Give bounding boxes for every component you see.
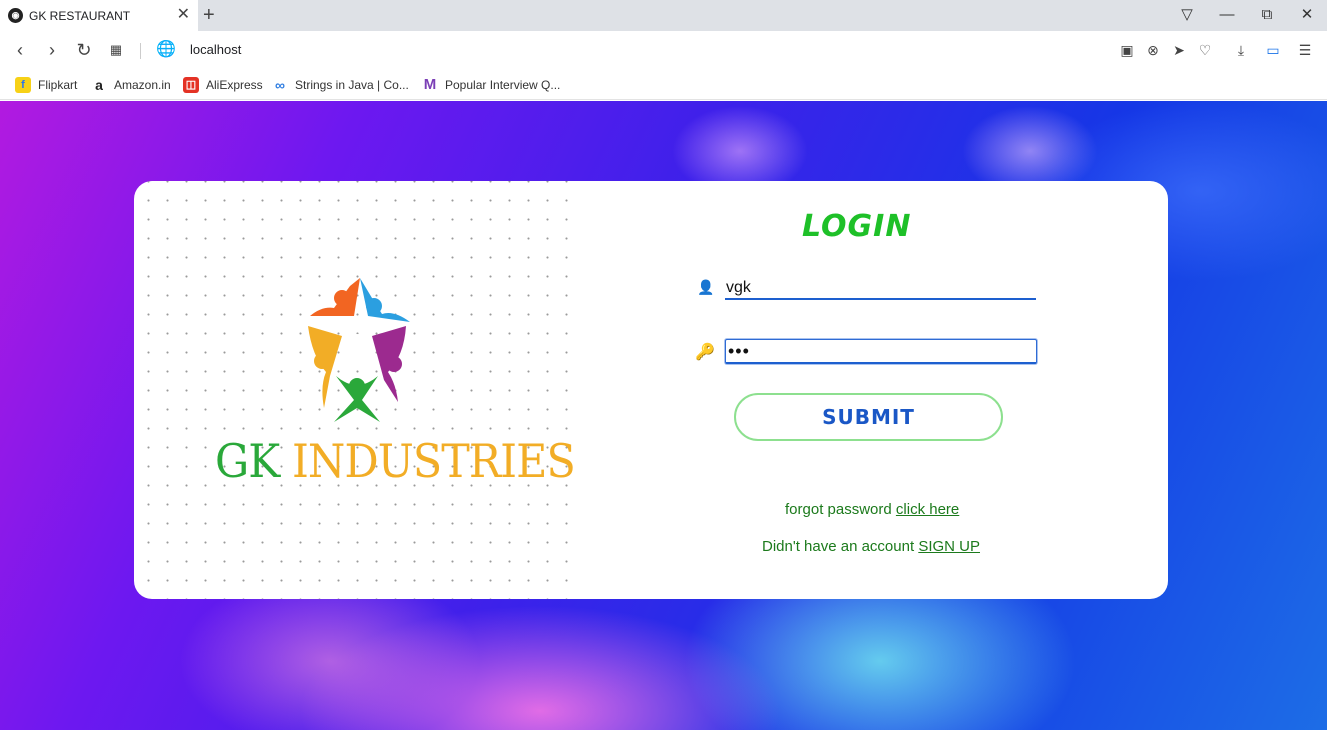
restaurant-favicon-icon: ◉ <box>8 8 23 23</box>
address-bar[interactable]: localhost <box>190 42 241 57</box>
minimize-icon[interactable]: — <box>1215 4 1239 26</box>
bookmark-label: AliExpress <box>206 78 263 92</box>
m-logo-icon: M <box>422 76 438 93</box>
restore-icon[interactable]: ⧉ <box>1255 4 1279 26</box>
adblock-icon[interactable]: ⊗ <box>1143 40 1163 60</box>
new-tab-icon[interactable]: + <box>203 3 215 27</box>
forgot-password-text: forgot password <box>785 501 892 518</box>
submit-button[interactable]: SUBMIT <box>734 393 1003 441</box>
browser-tab[interactable]: ◉ GK RESTAURANT ✕ <box>0 0 198 31</box>
infinity-icon: ∞ <box>272 77 288 93</box>
key-icon: 🔑 <box>695 344 715 361</box>
settings-sliders-icon[interactable]: ☰ <box>1295 40 1315 60</box>
forward-icon[interactable]: › <box>41 39 63 61</box>
brand-panel: GK INDUSTRIES <box>134 181 584 599</box>
brand-name: GK INDUSTRIES <box>215 434 576 488</box>
user-icon: 👤 <box>697 279 715 295</box>
camera-icon[interactable]: ▣ <box>1117 40 1137 60</box>
bookmark-label: Amazon.in <box>114 78 171 92</box>
back-icon[interactable]: ‹ <box>9 39 31 61</box>
bookmark-aliexpress[interactable]: ◫ AliExpress <box>183 75 263 95</box>
tab-strip: ◉ GK RESTAURANT ✕ + ▽ — ⧉ ✕ <box>0 0 1327 31</box>
bookmark-amazon[interactable]: a Amazon.in <box>91 75 171 95</box>
bookmarks-bar: f Flipkart a Amazon.in ◫ AliExpress ∞ St… <box>0 69 1327 100</box>
forgot-password-row: forgot password click here <box>785 501 959 518</box>
close-window-icon[interactable]: ✕ <box>1295 4 1319 26</box>
page-background: GK INDUSTRIES LOGIN 👤 🔑 SUBMIT forgot pa… <box>0 101 1327 730</box>
brand-logo: GK INDUSTRIES <box>207 276 576 496</box>
divider <box>140 43 141 59</box>
signup-text: Didn't have an account <box>762 538 915 555</box>
people-star-logo-icon <box>308 278 410 422</box>
navigation-bar: ‹ › ↻ ▦ 🌐 localhost ▣ ⊗ ➤ ♡ ⤓ ▭ ☰ <box>0 31 1327 69</box>
reload-icon[interactable]: ↻ <box>73 39 95 61</box>
login-card: GK INDUSTRIES LOGIN 👤 🔑 SUBMIT forgot pa… <box>134 181 1168 599</box>
download-icon[interactable]: ⤓ <box>1231 40 1251 60</box>
globe-icon: 🌐 <box>156 41 176 58</box>
bookmark-interview[interactable]: M Popular Interview Q... <box>422 75 560 95</box>
flipkart-icon: f <box>15 77 31 93</box>
aliexpress-icon: ◫ <box>183 77 199 93</box>
signup-link[interactable]: SIGN UP <box>918 538 980 555</box>
bookmark-label: Strings in Java | Co... <box>295 78 409 92</box>
heart-icon[interactable]: ♡ <box>1195 40 1215 60</box>
tab-title: GK RESTAURANT <box>29 8 131 23</box>
password-input[interactable] <box>725 339 1037 364</box>
username-input[interactable] <box>725 278 1036 300</box>
forgot-password-link[interactable]: click here <box>896 501 959 518</box>
close-tab-icon[interactable]: ✕ <box>177 6 190 24</box>
bookmark-label: Flipkart <box>38 78 78 92</box>
login-title: LOGIN <box>802 209 912 244</box>
tabs-grid-icon[interactable]: ▦ <box>105 39 127 61</box>
bookmark-strings-java[interactable]: ∞ Strings in Java | Co... <box>272 75 409 95</box>
signup-row: Didn't have an account SIGN UP <box>762 538 980 555</box>
amazon-icon: a <box>91 77 107 93</box>
brand-name-industries: INDUSTRIES <box>291 434 576 488</box>
battery-saver-icon[interactable]: ▭ <box>1263 40 1283 60</box>
tab-menu-icon[interactable]: ▽ <box>1175 4 1199 26</box>
bookmark-label: Popular Interview Q... <box>445 78 561 92</box>
send-icon[interactable]: ➤ <box>1169 40 1189 60</box>
bookmark-flipkart[interactable]: f Flipkart <box>15 75 77 95</box>
brand-name-gk: GK <box>215 434 280 488</box>
